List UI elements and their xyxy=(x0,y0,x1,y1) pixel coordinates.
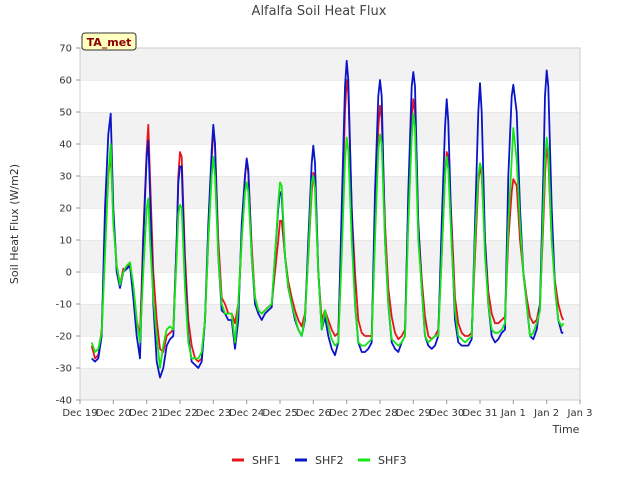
x-tick-label: Dec 28 xyxy=(362,408,397,419)
x-tick-label: Dec 26 xyxy=(296,408,331,419)
grid-band xyxy=(80,144,580,176)
legend: SHF1 SHF2 SHF3 xyxy=(232,454,407,467)
grid-band xyxy=(80,48,580,80)
x-tick-label: Dec 24 xyxy=(229,408,264,419)
y-tick-label: 20 xyxy=(59,204,72,215)
legend-swatch-shf2 xyxy=(295,458,307,462)
y-tick-label: 10 xyxy=(59,236,72,247)
x-tick-label: Dec 27 xyxy=(329,408,364,419)
badge-label: TA_met xyxy=(87,36,132,49)
grid-band xyxy=(80,112,580,144)
x-axis-label: Time xyxy=(552,423,580,436)
grid-band xyxy=(80,176,580,208)
ta-met-badge: TA_met xyxy=(81,32,137,51)
y-tick-label: 50 xyxy=(59,108,72,119)
x-axis: Dec 19Dec 20Dec 21Dec 22Dec 23Dec 24Dec … xyxy=(62,400,592,419)
chart-svg: Alfalfa Soil Heat Flux -40 -30 -20 -10 0 10 20… xyxy=(8,4,592,467)
legend-label-shf2: SHF2 xyxy=(315,454,344,467)
x-tick-label: Jan 2 xyxy=(533,408,559,419)
legend-swatch-shf3 xyxy=(358,458,370,462)
y-axis-label: Soil Heat Flux (W/m2) xyxy=(8,164,21,284)
y-tick-label: 0 xyxy=(66,268,72,279)
y-axis: -40 -30 -20 -10 0 10 20 30 40 50 60 70 xyxy=(56,44,80,407)
y-tick-label: 60 xyxy=(59,76,72,87)
x-tick-label: Jan 1 xyxy=(500,408,526,419)
y-tick-label: 30 xyxy=(59,172,72,183)
y-tick-label: -10 xyxy=(56,300,72,311)
x-tick-label: Dec 30 xyxy=(429,408,464,419)
legend-swatch-shf1 xyxy=(232,458,244,462)
y-tick-label: -20 xyxy=(56,332,72,343)
x-tick-label: Dec 19 xyxy=(62,408,97,419)
chart-title: Alfalfa Soil Heat Flux xyxy=(252,4,387,19)
legend-label-shf3: SHF3 xyxy=(378,454,407,467)
grid-band xyxy=(80,368,580,400)
x-tick-label: Dec 23 xyxy=(196,408,231,419)
x-tick-label: Jan 3 xyxy=(567,408,593,419)
x-tick-label: Dec 22 xyxy=(162,408,197,419)
grid-band xyxy=(80,80,580,112)
y-tick-label: 70 xyxy=(59,44,72,55)
grid-band xyxy=(80,208,580,240)
x-tick-label: Dec 25 xyxy=(262,408,297,419)
x-tick-label: Dec 29 xyxy=(396,408,431,419)
y-tick-label: -30 xyxy=(56,364,72,375)
x-tick-label: Dec 20 xyxy=(96,408,131,419)
legend-label-shf1: SHF1 xyxy=(252,454,281,467)
x-tick-label: Dec 21 xyxy=(129,408,164,419)
grid-band xyxy=(80,240,580,272)
y-tick-label: 40 xyxy=(59,140,72,151)
x-tick-label: Dec 31 xyxy=(462,408,497,419)
y-tick-label: -40 xyxy=(56,396,72,407)
